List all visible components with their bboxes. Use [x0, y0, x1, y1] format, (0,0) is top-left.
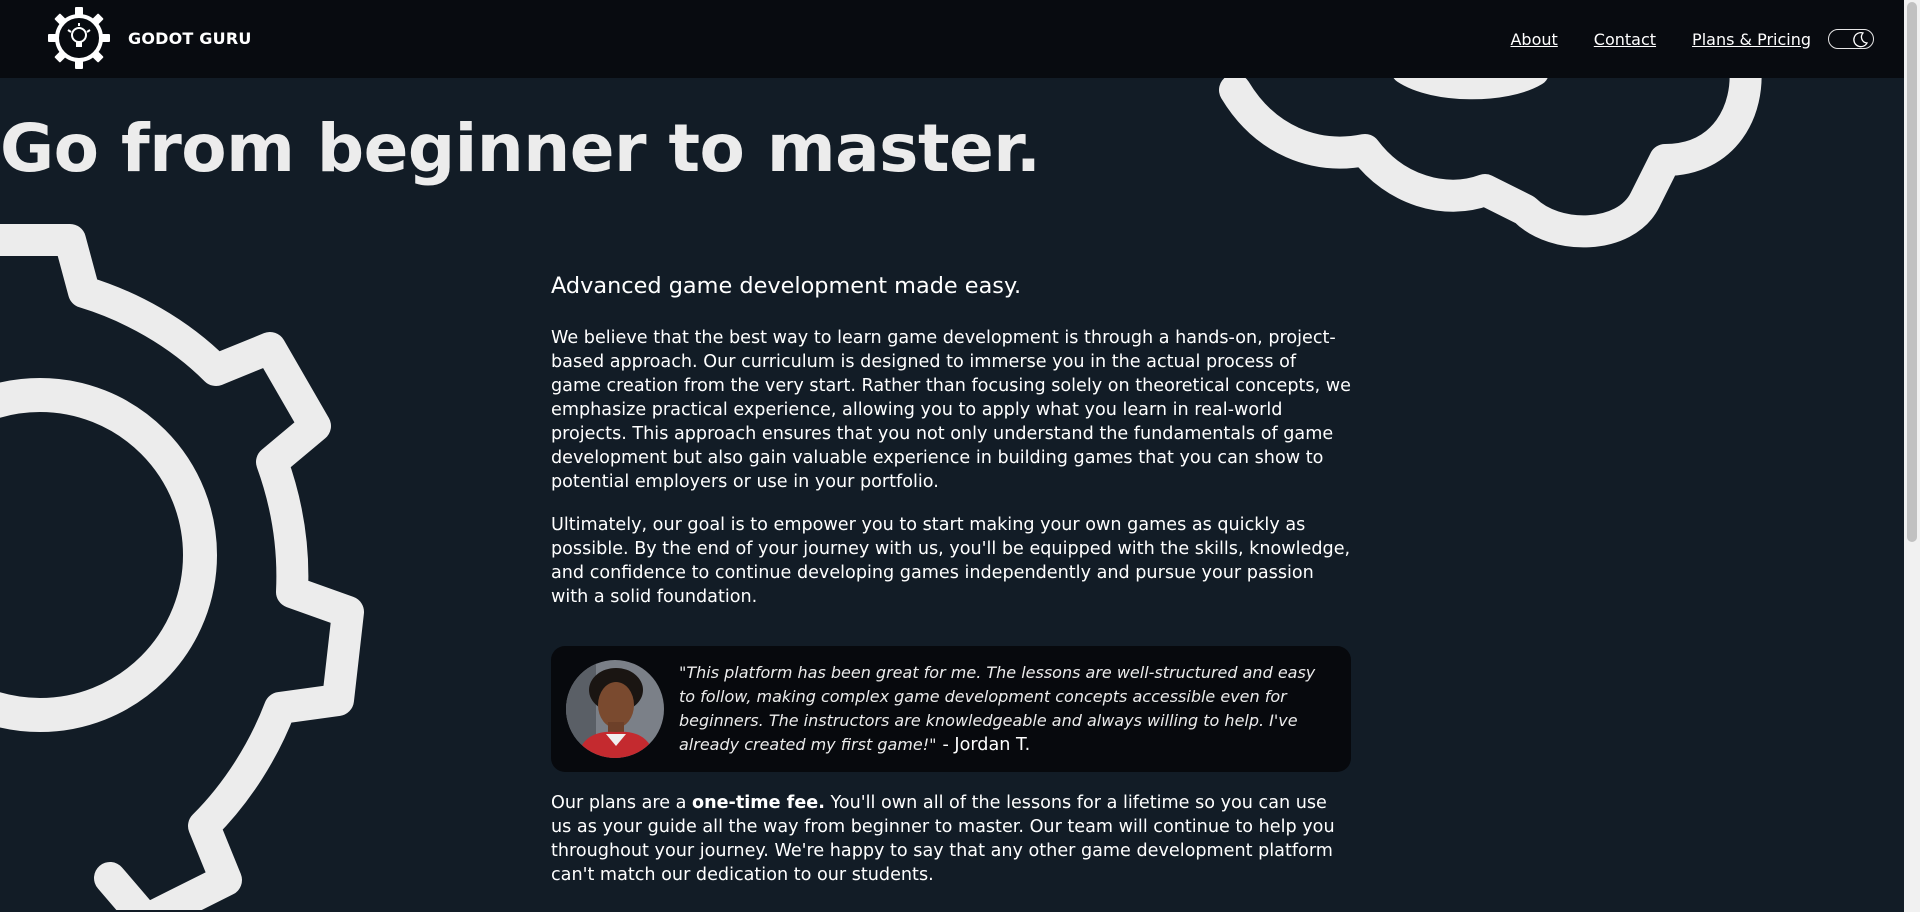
paragraph-goal: Ultimately, our goal is to empower you t… — [551, 515, 1351, 607]
testimonial-author: - Jordan T. — [942, 735, 1031, 755]
navbar: GODOT GURU About Contact Plans & Pricing — [0, 0, 1904, 78]
pricing-text-start: Our plans are a — [551, 793, 692, 813]
main-content: Advanced game development made easy. We … — [551, 270, 1351, 906]
brand-name: GODOT GURU — [128, 28, 252, 48]
moon-icon — [1853, 32, 1869, 48]
gear-logo-icon — [48, 7, 110, 69]
scrollbar-thumb[interactable] — [1907, 2, 1917, 542]
nav-links: About Contact Plans & Pricing — [1510, 0, 1904, 78]
testimonial-card: "This platform has been great for me. Th… — [551, 646, 1351, 772]
subtitle: Advanced game development made easy. — [551, 273, 1022, 299]
paragraph-approach: We believe that the best way to learn ga… — [551, 328, 1351, 492]
brand-link[interactable]: GODOT GURU — [46, 5, 252, 71]
page: GODOT GURU About Contact Plans & Pricing… — [0, 0, 1904, 912]
page-scrollbar[interactable] — [1904, 0, 1920, 912]
avatar — [566, 660, 664, 758]
hero-title: Go from beginner to master. — [0, 110, 1041, 187]
pricing-highlight: one-time fee. — [692, 793, 825, 813]
paragraph-pricing: Our plans are a one-time fee. You'll own… — [551, 791, 1351, 887]
gear-decoration-left — [0, 224, 364, 910]
testimonial-quote: "This platform has been great for me. Th… — [679, 661, 1325, 757]
nav-about-link[interactable]: About — [1510, 30, 1557, 49]
theme-toggle[interactable] — [1828, 29, 1874, 49]
nav-plans-link[interactable]: Plans & Pricing — [1692, 30, 1811, 49]
nav-contact-link[interactable]: Contact — [1594, 30, 1656, 49]
